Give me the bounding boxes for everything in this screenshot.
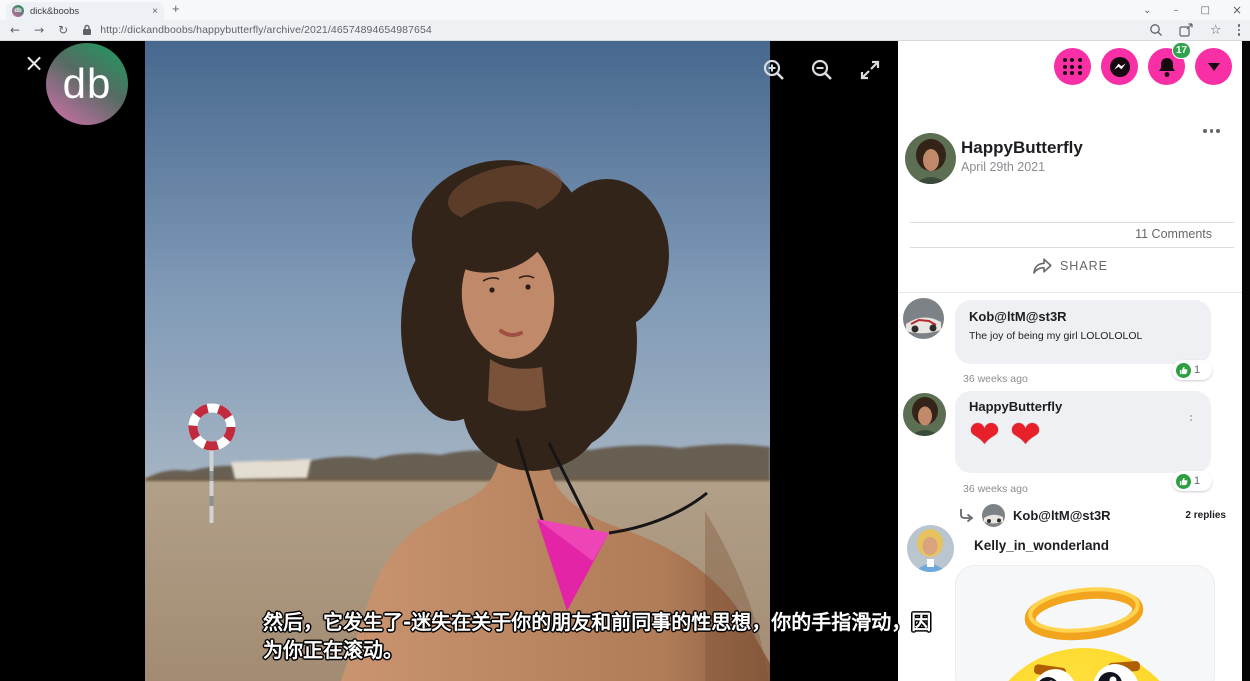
reply-author-name[interactable]: Kob@ltM@st3R: [1013, 508, 1177, 523]
notification-badge: 17: [1172, 42, 1191, 59]
photo-lightbox: × db: [0, 41, 898, 681]
comment-bubble: Kob@ltM@st3R The joy of being my girl LO…: [955, 300, 1211, 364]
url-text: http://dickandboobs/happybutterfly/archi…: [100, 24, 432, 36]
lock-icon: [82, 24, 92, 36]
like-badge[interactable]: 1: [1172, 471, 1212, 491]
apps-grid-icon: [1063, 58, 1083, 75]
share-label: SHARE: [1060, 259, 1108, 273]
chevron-down-icon: [1208, 63, 1220, 71]
reply-author-avatar[interactable]: [982, 504, 1005, 527]
comment-bubble: HappyButterfly ❤❤: [955, 391, 1211, 473]
social-panel: 17 HappyButterfly April 29th 2021 11 Com…: [898, 41, 1242, 681]
comment-avatar[interactable]: [903, 298, 944, 339]
comment-text: The joy of being my girl LOLOLOLOL: [969, 330, 1197, 342]
tab-title: dick&boobs: [30, 6, 146, 17]
comment-author[interactable]: Kelly_in_wonderland: [974, 538, 1109, 553]
divider: [910, 222, 1234, 223]
post-options-icon[interactable]: [1203, 129, 1220, 133]
like-count: 1: [1194, 475, 1200, 487]
page-content: × db: [0, 41, 1250, 681]
heart-icon: ❤: [1010, 413, 1041, 456]
subtitle-text: 然后，它发生了-迷失在关于你的朋友和前同事的性思想，你的手指滑动，因 为你正在滚…: [263, 608, 1023, 664]
reload-icon[interactable]: ↻: [58, 23, 68, 37]
heart-icon: ❤: [969, 413, 1000, 456]
bell-icon: [1157, 56, 1177, 78]
comment-avatar[interactable]: [907, 525, 954, 572]
reply-thread[interactable]: Kob@ltM@st3R 2 replies: [958, 503, 1234, 527]
subtitle-line-2: 为你正在滚动。: [263, 636, 1023, 664]
comment-options-icon[interactable]: [1190, 415, 1192, 421]
beach-hut: [231, 459, 311, 479]
messenger-icon: [1108, 55, 1132, 79]
like-badge[interactable]: 1: [1172, 360, 1212, 380]
tab-search-chevron-icon[interactable]: ⌄: [1143, 5, 1151, 16]
post-date: April 29th 2021: [961, 160, 1045, 174]
site-logo[interactable]: db: [46, 43, 128, 125]
screenshot-root: db dick&boobs × + ⌄ – □ × ← → ↻ http://d…: [0, 0, 1250, 681]
right-edge-strip: [1242, 41, 1250, 681]
window-restore-icon[interactable]: □: [1200, 5, 1209, 16]
zoom-in-icon[interactable]: [762, 58, 786, 82]
comment-avatar[interactable]: [903, 393, 946, 436]
bookmark-star-icon[interactable]: ☆: [1210, 23, 1222, 38]
browser-menu-icon[interactable]: [1238, 24, 1241, 36]
window-close-icon[interactable]: ×: [1232, 3, 1242, 17]
replies-count[interactable]: 2 replies: [1185, 510, 1226, 521]
account-menu-button[interactable]: [1195, 48, 1232, 85]
comment-time[interactable]: 36 weeks ago: [963, 483, 1028, 495]
comment-author[interactable]: HappyButterfly: [969, 399, 1197, 414]
share-button[interactable]: SHARE: [898, 258, 1242, 274]
browser-tab[interactable]: db dick&boobs ×: [6, 2, 164, 20]
back-icon[interactable]: ←: [10, 23, 20, 37]
browser-tabstrip: db dick&boobs × + ⌄ – □ ×: [0, 0, 1250, 20]
reply-arrow-icon: [958, 508, 974, 522]
window-minimize-icon[interactable]: –: [1173, 5, 1178, 16]
thumbs-up-icon: [1176, 363, 1191, 378]
tab-close-icon[interactable]: ×: [152, 6, 158, 17]
browser-toolbar: ← → ↻ http://dickandboobs/happybutterfly…: [0, 20, 1250, 41]
zoom-out-icon[interactable]: [810, 58, 834, 82]
share-arrow-icon: [1032, 258, 1052, 274]
subtitle-line-1: 然后，它发生了-迷失在关于你的朋友和前同事的性思想，你的手指滑动，因: [263, 608, 1023, 636]
post-author-name[interactable]: HappyButterfly: [961, 138, 1083, 158]
zoom-page-icon[interactable]: [1149, 23, 1163, 37]
comment-time[interactable]: 36 weeks ago: [963, 373, 1028, 385]
forward-icon[interactable]: →: [34, 23, 44, 37]
thumbs-up-icon: [1176, 474, 1191, 489]
post-author-avatar[interactable]: [905, 133, 956, 184]
divider: [910, 247, 1234, 248]
lightbox-close-icon[interactable]: ×: [24, 51, 44, 75]
share-page-icon[interactable]: [1179, 23, 1194, 37]
fullscreen-icon[interactable]: [858, 58, 882, 82]
comment-author[interactable]: Kob@ltM@st3R: [969, 309, 1197, 324]
comment-hearts: ❤❤: [969, 416, 1197, 454]
messenger-button[interactable]: [1101, 48, 1138, 85]
like-count: 1: [1194, 364, 1200, 376]
address-bar[interactable]: http://dickandboobs/happybutterfly/archi…: [82, 23, 1135, 38]
header-actions: 17: [898, 48, 1242, 86]
comments-count[interactable]: 11 Comments: [1135, 227, 1212, 241]
apps-grid-button[interactable]: [1054, 48, 1091, 85]
site-favicon: db: [12, 5, 24, 17]
new-tab-button[interactable]: +: [172, 1, 180, 16]
beach-photo: [145, 41, 770, 681]
divider: [898, 292, 1242, 293]
